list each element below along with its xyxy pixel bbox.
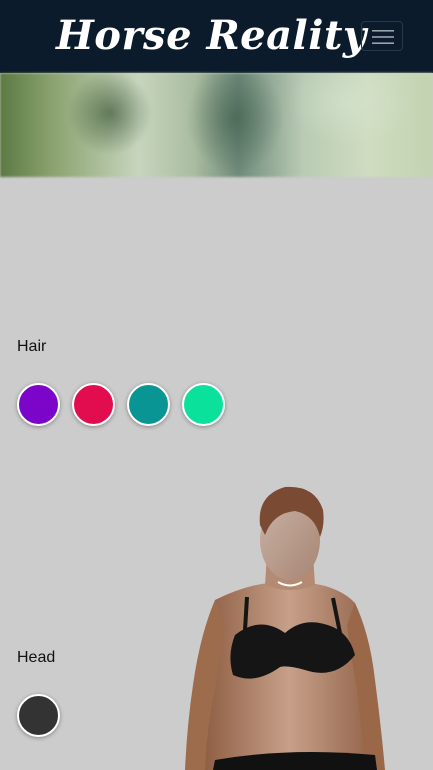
brand-logo[interactable]: Horse Reality (56, 6, 366, 66)
top-navbar: Horse Reality (0, 0, 433, 73)
hair-section-label: Hair (17, 338, 47, 355)
hamburger-menu-icon (372, 30, 394, 44)
hair-color-swatch-teal[interactable] (127, 383, 170, 426)
head-section-label: Head (17, 649, 56, 666)
avatar-preview-figure (185, 486, 385, 770)
head-color-swatch-dark[interactable] (17, 694, 60, 737)
menu-toggle-button[interactable] (361, 21, 403, 51)
hair-color-swatch-purple[interactable] (17, 383, 60, 426)
hair-color-swatch-mint[interactable] (182, 383, 225, 426)
header-banner-image (0, 73, 433, 177)
hair-color-swatch-crimson[interactable] (72, 383, 115, 426)
